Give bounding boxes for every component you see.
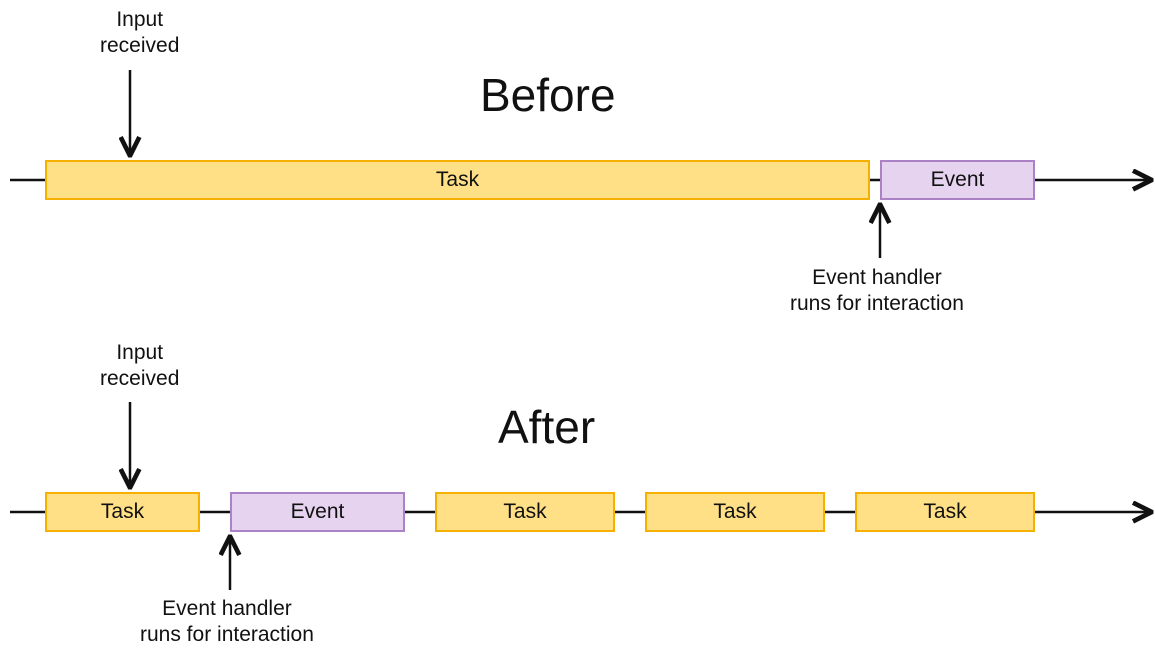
- before-event-block: Event: [880, 160, 1035, 200]
- before-task-block: Task: [45, 160, 870, 200]
- after-title: After: [498, 400, 595, 454]
- after-task-block-2: Task: [435, 492, 615, 532]
- after-event-block: Event: [230, 492, 405, 532]
- diagram-root: Before Input received Event handler runs…: [0, 0, 1155, 647]
- after-input-received-l1: Input: [100, 340, 179, 366]
- after-event-handler-l1: Event handler: [140, 596, 314, 622]
- before-input-received-l1: Input: [100, 7, 179, 33]
- after-task-block-3: Task: [645, 492, 825, 532]
- before-input-received-l2: received: [100, 33, 179, 59]
- after-input-received-l2: received: [100, 366, 179, 392]
- before-event-handler-label: Event handler runs for interaction: [790, 265, 964, 318]
- before-title: Before: [480, 68, 616, 122]
- after-input-received-label: Input received: [100, 340, 179, 393]
- after-event-handler-label: Event handler runs for interaction: [140, 596, 314, 649]
- before-input-received-label: Input received: [100, 7, 179, 60]
- before-event-handler-l1: Event handler: [790, 265, 964, 291]
- after-task-block-4: Task: [855, 492, 1035, 532]
- before-event-handler-l2: runs for interaction: [790, 291, 964, 317]
- after-task-block-1: Task: [45, 492, 200, 532]
- after-event-handler-l2: runs for interaction: [140, 622, 314, 648]
